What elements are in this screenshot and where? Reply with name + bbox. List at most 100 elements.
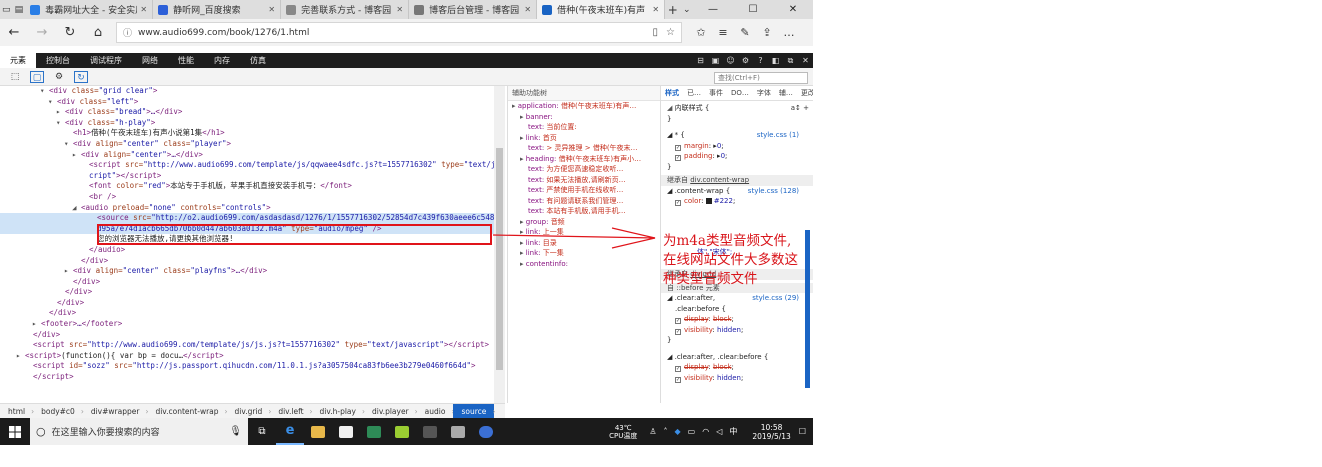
- maximize-icon[interactable]: ☐: [733, 0, 773, 19]
- tab-close-icon[interactable]: ✕: [524, 5, 531, 14]
- styles-subtab[interactable]: 辅…: [775, 88, 797, 98]
- more-menu-icon[interactable]: …: [778, 26, 800, 39]
- accessibility-node[interactable]: ▸ application: 借种(午夜末班车)有声…: [508, 101, 660, 112]
- feedback-smiley-icon[interactable]: ☺: [723, 56, 738, 66]
- accessibility-node[interactable]: text: > 灵异推理 > 借种(午夜末…: [508, 143, 660, 154]
- forward-icon[interactable]: →: [28, 25, 56, 40]
- dom-node-line[interactable]: <script src="http://www.audio699.com/tem…: [0, 160, 505, 171]
- close-devtools-icon[interactable]: ✕: [798, 56, 813, 66]
- breadcrumb-item[interactable]: audio: [417, 404, 455, 419]
- taskbar-app-7-icon[interactable]: [472, 418, 500, 445]
- dom-node-line[interactable]: ▾ <div class="left">: [0, 97, 505, 108]
- notes-pen-icon[interactable]: ✎: [734, 26, 756, 39]
- color-swatch[interactable]: [705, 198, 712, 204]
- volume-icon[interactable]: ◁: [716, 427, 722, 436]
- taskbar-explorer-icon[interactable]: [304, 418, 332, 445]
- rule-content-wrap[interactable]: ◢ .content-wrap { style.css (128): [661, 186, 813, 197]
- address-bar[interactable]: ⓘ www.audio699.com/book/1276/1.html ▯ ☆: [116, 22, 682, 43]
- reading-list-icon[interactable]: ≡: [712, 26, 734, 39]
- share-icon[interactable]: ⇪: [756, 26, 778, 39]
- padding-checkbox[interactable]: ✓: [675, 155, 681, 161]
- minimize-icon[interactable]: —: [693, 0, 733, 19]
- dom-node-line[interactable]: ▾ <div class="grid clear">: [0, 86, 505, 97]
- find-input[interactable]: [714, 72, 808, 84]
- display-checkbox[interactable]: ✓: [675, 318, 681, 324]
- color-declaration[interactable]: ✓ color: #222;: [661, 196, 813, 207]
- tray-chevron-icon[interactable]: ˄: [664, 427, 668, 436]
- dom-node-line[interactable]: <script id="sozz" src="http://js.passpor…: [0, 361, 505, 372]
- visibility-declaration[interactable]: ✓ visibility: hidden;: [661, 325, 813, 336]
- taskbar-search-box[interactable]: ○ 在这里输入你要搜索的内容 🎙: [30, 418, 248, 445]
- devtools-tab[interactable]: 调试程序: [80, 53, 132, 68]
- rule-clear-b[interactable]: .clear:before {: [661, 304, 813, 315]
- styles-subtab[interactable]: 已…: [683, 88, 705, 98]
- rule-clear-a[interactable]: ◢ .clear:after, style.css (29): [661, 293, 813, 304]
- settings-gear-icon[interactable]: ⚙: [738, 56, 753, 66]
- dom-node-line[interactable]: </audio>: [0, 245, 505, 256]
- dom-node-line[interactable]: cript"></script>: [0, 171, 505, 182]
- cpu-temp-widget[interactable]: 43℃ CPU温度: [609, 424, 637, 440]
- tab-preview-icon[interactable]: ▭: [0, 0, 13, 19]
- accessibility-node[interactable]: ▸ link: 目录: [508, 238, 660, 249]
- errors-count-icon[interactable]: ▣: [708, 56, 723, 66]
- browser-tab[interactable]: 毒霸网址大全 - 安全实用 ✕: [25, 0, 154, 19]
- accessibility-node[interactable]: text: 有问题请联系我们管理…: [508, 196, 660, 207]
- breadcrumb-item[interactable]: body#c0: [33, 404, 83, 419]
- taskbar-app-5-icon[interactable]: [416, 418, 444, 445]
- expand-triangle-icon[interactable]: ▾: [48, 97, 57, 108]
- tab-list-icon[interactable]: ▤: [13, 0, 26, 19]
- microphone-icon[interactable]: 🎙: [229, 426, 242, 437]
- breadcrumb-item[interactable]: source: [453, 403, 495, 419]
- back-icon[interactable]: ←: [0, 25, 28, 40]
- rule-content-wrap-source-link[interactable]: style.css (128): [748, 186, 813, 197]
- expand-triangle-icon[interactable]: ▸: [16, 351, 25, 362]
- expand-triangle-icon[interactable]: ▾: [40, 86, 49, 97]
- devtools-tab[interactable]: 内存: [204, 53, 240, 68]
- taskbar-app-3-icon[interactable]: [360, 418, 388, 445]
- expand-triangle-icon[interactable]: ▾: [64, 139, 73, 150]
- dom-node-line[interactable]: <br />: [0, 192, 505, 203]
- visibility-checkbox[interactable]: ✓: [675, 328, 681, 335]
- devtools-tab[interactable]: 仿真: [240, 53, 276, 68]
- dom-node-line[interactable]: ▸ <div class="bread">…</div>: [0, 107, 505, 118]
- accessibility-node[interactable]: text: 如果无法播放,请刷新页…: [508, 175, 660, 186]
- reading-view-icon[interactable]: ▯: [653, 27, 659, 38]
- visibility-checkbox-2[interactable]: ✓: [675, 376, 681, 383]
- refresh-dom-icon[interactable]: ⚙: [52, 71, 66, 83]
- dom-node-line[interactable]: </div>: [0, 330, 505, 341]
- browser-tab[interactable]: 博客后台管理 - 博客园 ✕: [409, 0, 538, 19]
- expand-triangle-icon[interactable]: ▸: [72, 150, 81, 161]
- dom-node-line[interactable]: <font color="red">本站专于手机版，苹果手机直接安装手机号：</…: [0, 181, 505, 192]
- dom-node-line[interactable]: <script src="http://www.audio699.com/tem…: [0, 340, 505, 351]
- dom-node-line[interactable]: ▾ <div class="h-play">: [0, 118, 505, 129]
- page-info-icon[interactable]: ⓘ: [123, 26, 132, 39]
- help-icon[interactable]: ?: [753, 56, 768, 66]
- windows-start-icon[interactable]: [0, 418, 30, 445]
- accessibility-node[interactable]: ▸ link: 首页: [508, 133, 660, 144]
- clock[interactable]: 10:58 2019/5/13: [752, 423, 790, 441]
- dom-scrollbar[interactable]: [494, 86, 505, 403]
- dom-node-line[interactable]: </div>: [0, 308, 505, 319]
- tab-close-icon[interactable]: ✕: [652, 5, 659, 14]
- breadcrumb-item[interactable]: div.left: [270, 404, 312, 419]
- favorite-star-icon[interactable]: ☆: [666, 27, 675, 38]
- console-toggle-icon[interactable]: ⊟: [693, 56, 708, 66]
- breadcrumb-item[interactable]: div.grid: [227, 404, 272, 419]
- home-icon[interactable]: ⌂: [84, 25, 112, 40]
- dom-node-line[interactable]: ▸ <div align="center" class="playfns">…</…: [0, 266, 505, 277]
- browser-tab[interactable]: 完善联系方式 - 博客园 ✕: [281, 0, 410, 19]
- padding-declaration[interactable]: ✓ padding: ▸0;: [661, 151, 813, 162]
- accessibility-node[interactable]: ▸ banner:: [508, 112, 660, 123]
- browser-tab[interactable]: 借种(午夜末班车)有声 ✕: [537, 0, 666, 19]
- favorites-hub-icon[interactable]: ✩: [690, 26, 712, 39]
- rule-star[interactable]: ◢ * { style.css (1): [661, 130, 813, 141]
- expand-triangle-icon[interactable]: ▸: [64, 266, 73, 277]
- refresh-icon[interactable]: ↻: [56, 25, 84, 40]
- breadcrumb-item[interactable]: div.content-wrap: [147, 404, 227, 419]
- dom-node-line[interactable]: </div>: [0, 277, 505, 288]
- accessibility-node[interactable]: ▸ contentinfo:: [508, 259, 660, 270]
- breadcrumb-item[interactable]: div#wrapper: [83, 404, 148, 419]
- display-declaration-struck[interactable]: ✓ display: block;: [661, 314, 813, 325]
- accessibility-node[interactable]: ▸ group: 音频: [508, 217, 660, 228]
- display-declaration-struck-2[interactable]: ✓ display: block;: [661, 362, 813, 373]
